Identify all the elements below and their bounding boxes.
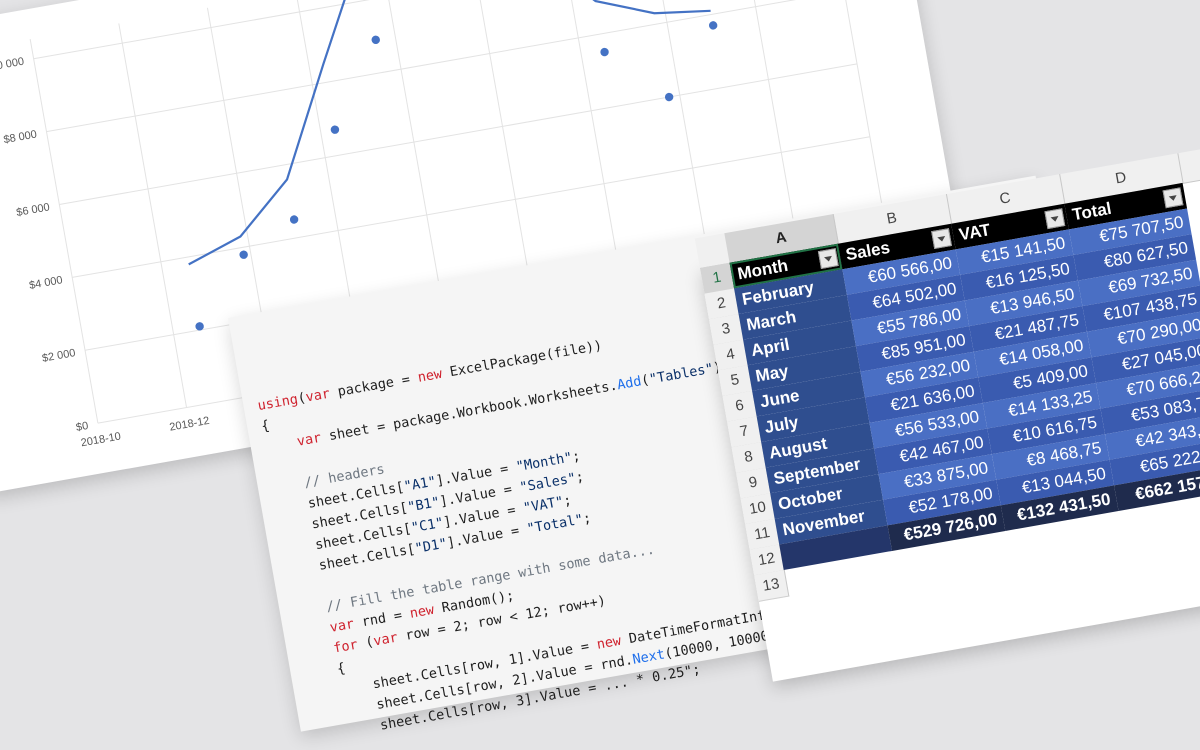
code-token: "A1" [402,473,438,495]
x-tick-label: 2018-12 [169,415,211,434]
filter-dropdown-icon[interactable] [1044,208,1066,230]
row-header[interactable]: 13 [754,569,790,602]
code-token: ; [562,492,573,510]
gridline-vertical [118,23,188,408]
y-tick-label: $4 000 [28,274,63,292]
data-point [600,47,609,57]
filter-dropdown-icon[interactable] [1162,187,1184,209]
column-header-e[interactable]: E [1177,127,1200,183]
code-token: "D1" [413,535,449,557]
data-point [708,21,718,30]
code-token: "B1" [406,494,442,516]
data-point [289,215,299,224]
code-token: ; [581,510,593,528]
gridline-horizontal [46,0,845,133]
code-token: new [595,632,623,653]
table-header-label: Total [1070,198,1113,225]
data-point [330,125,340,134]
code-token: for [332,636,359,657]
code-token: "C1" [409,514,445,537]
y-tick-label: $0 [75,420,89,434]
code-token: Add [615,373,643,394]
y-tick-label: $10 000 [0,56,25,75]
y-tick-label: $2 000 [41,347,76,365]
gridline-horizontal [33,0,832,60]
code-token: var [328,615,356,636]
gridline-vertical [29,39,99,424]
data-point [371,35,380,45]
table-header-label: VAT [957,220,992,245]
code-token: var [295,429,323,450]
filter-dropdown-icon[interactable] [817,248,839,270]
code-token: Next [631,646,667,668]
data-point [239,250,248,259]
code-token: new [416,365,444,386]
spreadsheet-panel: ABCDE12345678910111213MonthSalesVATTotal… [694,127,1200,682]
code-token: ; [574,468,586,486]
filter-dropdown-icon[interactable] [931,228,952,250]
y-tick-label: $6 000 [15,201,50,219]
gridline-horizontal [59,63,858,206]
series-trend-line [188,0,711,266]
x-tick-label: 2018-10 [80,431,122,450]
table-header-label: Sales [844,237,892,265]
code-token: using [256,391,300,415]
code-token: var [372,629,399,650]
code-token: ; [570,448,582,466]
data-point [664,92,674,102]
code-token: var [304,385,332,406]
code-token: new [408,601,436,622]
y-tick-label: $8 000 [3,128,38,146]
code-token: { [260,417,271,435]
